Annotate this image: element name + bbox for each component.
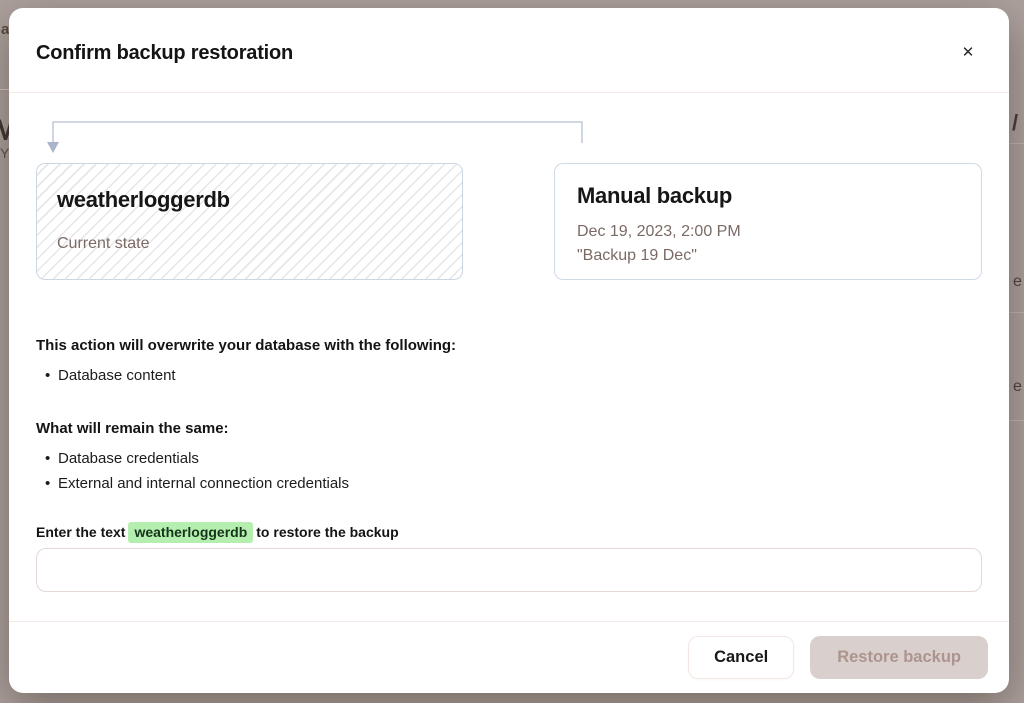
restore-direction-arrow xyxy=(36,114,596,162)
database-name: weatherloggerdb xyxy=(57,185,442,215)
list-item: Database content xyxy=(36,363,982,388)
background-text-fragment: / xyxy=(1012,112,1018,134)
remain-heading: What will remain the same: xyxy=(36,420,982,437)
manual-backup-box: Manual backup Dec 19, 2023, 2:00 PM "Bac… xyxy=(554,163,982,280)
confirm-text-input[interactable] xyxy=(36,548,982,592)
page-backdrop: { "backdrop": { "fragments": { "left_a":… xyxy=(0,0,1024,703)
overwrite-list: Database content xyxy=(36,363,982,388)
background-divider xyxy=(1009,143,1024,144)
remain-section: What will remain the same: Database cred… xyxy=(36,420,982,496)
list-item: External and internal connection credent… xyxy=(36,471,982,496)
label-prefix: Enter the text xyxy=(36,524,125,540)
background-text-fragment: e xyxy=(1013,379,1022,395)
diagram-boxes-row: weatherloggerdb Current state Manual bac… xyxy=(36,163,982,280)
background-text-fragment: e xyxy=(1013,274,1022,290)
label-suffix: to restore the backup xyxy=(256,524,398,540)
dialog-header: Confirm backup restoration ✕ xyxy=(9,8,1009,93)
restore-backup-button[interactable]: Restore backup xyxy=(810,636,988,679)
close-icon[interactable]: ✕ xyxy=(953,38,983,68)
backup-label: "Backup 19 Dec" xyxy=(577,244,959,268)
background-divider xyxy=(1009,312,1024,313)
overwrite-heading: This action will overwrite your database… xyxy=(36,337,982,354)
overwrite-section: This action will overwrite your database… xyxy=(36,337,982,388)
current-state-label: Current state xyxy=(57,232,442,256)
confirm-text-highlight: weatherloggerdb xyxy=(128,522,253,543)
dialog-footer: Cancel Restore backup xyxy=(9,621,1009,693)
remain-list: Database credentials External and intern… xyxy=(36,446,982,496)
cancel-button[interactable]: Cancel xyxy=(688,636,794,679)
list-item: Database credentials xyxy=(36,446,982,471)
confirm-input-label: Enter the textweatherloggerdbto restore … xyxy=(36,524,399,540)
backup-title: Manual backup xyxy=(577,181,959,211)
confirm-backup-restoration-dialog: Confirm backup restoration ✕ weatherlogg… xyxy=(9,8,1009,693)
dialog-title: Confirm backup restoration xyxy=(36,42,293,65)
backup-timestamp: Dec 19, 2023, 2:00 PM xyxy=(577,220,959,244)
background-divider xyxy=(0,89,9,90)
background-divider xyxy=(1009,420,1024,421)
current-state-box: weatherloggerdb Current state xyxy=(36,163,463,280)
background-text-fragment: Y xyxy=(0,146,9,160)
